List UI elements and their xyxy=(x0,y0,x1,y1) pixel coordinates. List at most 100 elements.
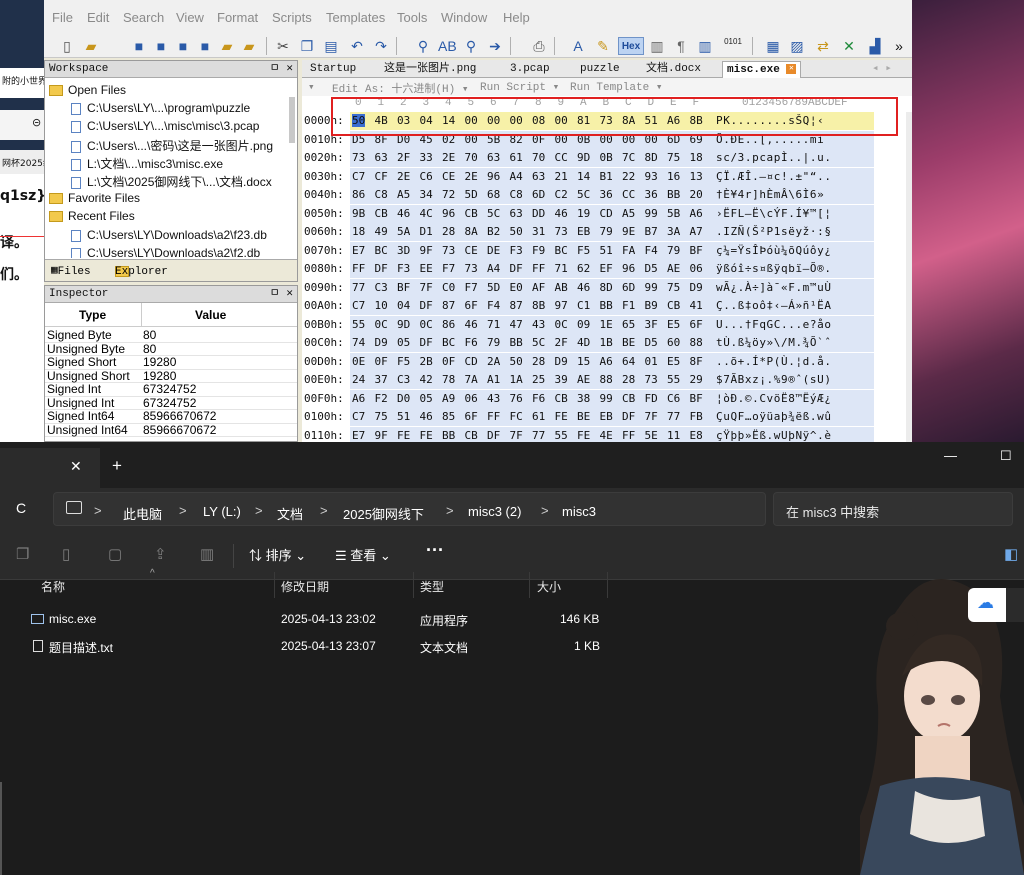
hex-byte[interactable]: 2E xyxy=(465,170,478,183)
hex-byte[interactable]: 55 xyxy=(667,373,680,386)
hex-byte[interactable]: C0 xyxy=(442,281,455,294)
hex-byte[interactable]: 6D xyxy=(532,188,545,201)
hex-byte[interactable]: D0 xyxy=(397,392,410,405)
hex-byte[interactable]: BB xyxy=(667,188,680,201)
view-button[interactable]: ☰ 查看 ⌄ xyxy=(335,545,391,564)
hex-byte[interactable]: D9 xyxy=(690,281,703,294)
inspector-row[interactable]: Unsigned Byte 80 xyxy=(45,342,297,356)
hex-byte[interactable]: F5 xyxy=(577,244,590,257)
workspace-icon[interactable]: ▰ xyxy=(240,37,258,55)
hex-byte[interactable]: 73 xyxy=(442,244,455,257)
hex-byte[interactable]: 0B xyxy=(600,151,613,164)
hex-byte[interactable]: 2E xyxy=(442,151,455,164)
hex-byte[interactable]: DE xyxy=(487,244,500,257)
hex-byte[interactable]: 18 xyxy=(690,151,703,164)
run-template-dropdown[interactable]: Run Template ▾ xyxy=(570,80,662,94)
paste-icon[interactable]: ▤ xyxy=(322,37,340,55)
cloud-sync-button[interactable]: ☁ xyxy=(968,588,1006,622)
hex-byte[interactable]: 2E xyxy=(397,170,410,183)
breadcrumb-2025[interactable]: 2025御网线下 xyxy=(343,504,424,523)
ascii-text[interactable]: $7ÃBxz¡.%9®ˆ(sU) xyxy=(712,371,874,389)
hex-byte[interactable]: D5 xyxy=(645,262,658,275)
print-icon[interactable]: ⎙ xyxy=(530,37,548,55)
hex-byte[interactable]: 55 xyxy=(352,318,365,331)
hex-byte[interactable]: 36 xyxy=(645,188,658,201)
hex-byte[interactable]: 85 xyxy=(442,410,455,423)
hex-byte[interactable]: 9B xyxy=(352,207,365,220)
hex-byte[interactable]: DF xyxy=(375,262,388,275)
rename-icon[interactable]: ▢ xyxy=(108,545,122,563)
hex-byte[interactable]: CB xyxy=(622,392,635,405)
hex-byte[interactable]: C7 xyxy=(352,299,365,312)
open-recent-icon[interactable]: ▰ xyxy=(218,37,236,55)
hex-byte[interactable]: 97 xyxy=(555,299,568,312)
close-tab-icon[interactable]: ✕ xyxy=(70,458,82,475)
hex-mode-button[interactable]: Hex xyxy=(618,37,644,55)
hex-byte[interactable]: 51 xyxy=(600,244,613,257)
save-as-icon[interactable]: ■ xyxy=(152,37,170,55)
hex-byte[interactable]: 14 xyxy=(577,170,590,183)
hex-byte[interactable]: 79 xyxy=(487,336,500,349)
hex-byte[interactable]: DF xyxy=(622,410,635,423)
hex-byte[interactable]: C1 xyxy=(577,299,590,312)
hex-byte[interactable]: 09 xyxy=(577,318,590,331)
hex-byte[interactable]: 39 xyxy=(555,373,568,386)
hex-byte[interactable]: 7A xyxy=(465,373,478,386)
hex-byte[interactable]: 78 xyxy=(442,373,455,386)
open-files-group[interactable]: Open Files xyxy=(49,83,126,97)
hex-byte[interactable]: 06 xyxy=(465,392,478,405)
find-in-files-icon[interactable]: ⚲ xyxy=(462,37,480,55)
hex-byte[interactable]: A5 xyxy=(622,207,635,220)
hex-byte[interactable]: 19 xyxy=(577,207,590,220)
hex-byte[interactable]: 4D xyxy=(577,336,590,349)
hex-byte[interactable]: 2F xyxy=(555,336,568,349)
hex-byte[interactable]: A4 xyxy=(510,170,523,183)
hex-byte[interactable]: 28 xyxy=(442,225,455,238)
hex-byte[interactable]: E7 xyxy=(352,244,365,257)
hex-byte[interactable]: BF xyxy=(690,244,703,257)
tab-pcap[interactable]: 3.pcap xyxy=(506,61,554,78)
hex-byte[interactable]: 46 xyxy=(577,281,590,294)
ascii-text[interactable]: çŸþþ»Ëß.wUþNÿ^.è xyxy=(712,426,874,442)
hex-bytes[interactable]: E7 9F FE FE BB CB DF 7F 77 55 FE 4E FF 5E 11 E8 xyxy=(350,426,712,442)
hex-byte[interactable]: 0F xyxy=(442,355,455,368)
hex-byte[interactable]: 96 xyxy=(442,207,455,220)
hex-byte[interactable]: CB xyxy=(465,429,478,442)
pilcrow-icon[interactable]: ¶ xyxy=(672,37,690,55)
hex-byte[interactable]: 43 xyxy=(487,392,500,405)
inspector-row[interactable]: Signed Int 67324752 xyxy=(45,383,297,397)
hex-row[interactable]: 0050h: 9B CB 46 4C 96 CB 5C 63 DD 46 19 CD A5 99 5B A6 ›Ë… xyxy=(302,204,912,223)
hex-byte[interactable]: 34 xyxy=(420,188,433,201)
hex-row[interactable]: 0080h: FF DF F3 EE F7 73 A4 DF FF 71 62 EF 96 D5 AE 06 ÿß… xyxy=(302,260,912,278)
hex-byte[interactable]: CC xyxy=(622,188,635,201)
hex-bytes[interactable]: 86 C8 A5 34 72 5D 68 C8 6D C2 5C 36 CC 36 BB 20 xyxy=(350,186,712,204)
hex-byte[interactable]: C7 xyxy=(352,410,365,423)
hex-byte[interactable]: 77 xyxy=(667,410,680,423)
columns-icon[interactable]: ▥ xyxy=(648,37,666,55)
workspace-scrollbar[interactable] xyxy=(289,97,295,143)
hex-byte[interactable]: BB xyxy=(510,336,523,349)
hex-byte[interactable]: CD xyxy=(465,355,478,368)
hex-byte[interactable]: 9D xyxy=(577,151,590,164)
hex-byte[interactable]: 68 xyxy=(487,188,500,201)
hex-byte[interactable]: 5C xyxy=(532,336,545,349)
menu-templates[interactable]: Templates xyxy=(326,10,385,25)
hex-bytes[interactable]: FF DF F3 EE F7 73 A4 DF FF 71 62 EF 96 D5 AE 06 xyxy=(350,260,712,278)
menu-scripts[interactable]: Scripts xyxy=(272,10,312,25)
hex-byte[interactable]: 15 xyxy=(577,355,590,368)
hex-byte[interactable]: 04 xyxy=(397,299,410,312)
hex-byte[interactable]: C6 xyxy=(420,170,433,183)
hex-byte[interactable]: 8A xyxy=(465,225,478,238)
col-name[interactable]: 名称 xyxy=(41,578,65,595)
hex-byte[interactable]: A9 xyxy=(442,392,455,405)
hex-byte[interactable]: CE xyxy=(442,170,455,183)
new-icon[interactable]: ❐ xyxy=(16,545,29,563)
hex-row[interactable]: 00C0h: 74 D9 05 DF BC F6 79 BB 5C 2F 4D 1B BE D5 60 88 tÙ… xyxy=(302,334,912,352)
hex-byte[interactable]: DF xyxy=(420,299,433,312)
hex-byte[interactable]: 65 xyxy=(622,318,635,331)
menu-tools[interactable]: Tools xyxy=(397,10,427,25)
hex-bytes[interactable]: 24 37 C3 42 78 7A A1 1A 25 39 AE 88 28 73 55 29 xyxy=(350,371,712,389)
hex-byte[interactable]: 2F xyxy=(397,151,410,164)
ascii-text[interactable]: †È¥4r]hÈmÂ\6Ì6» xyxy=(712,186,874,204)
inspector-icon[interactable]: ▨ xyxy=(788,37,806,55)
